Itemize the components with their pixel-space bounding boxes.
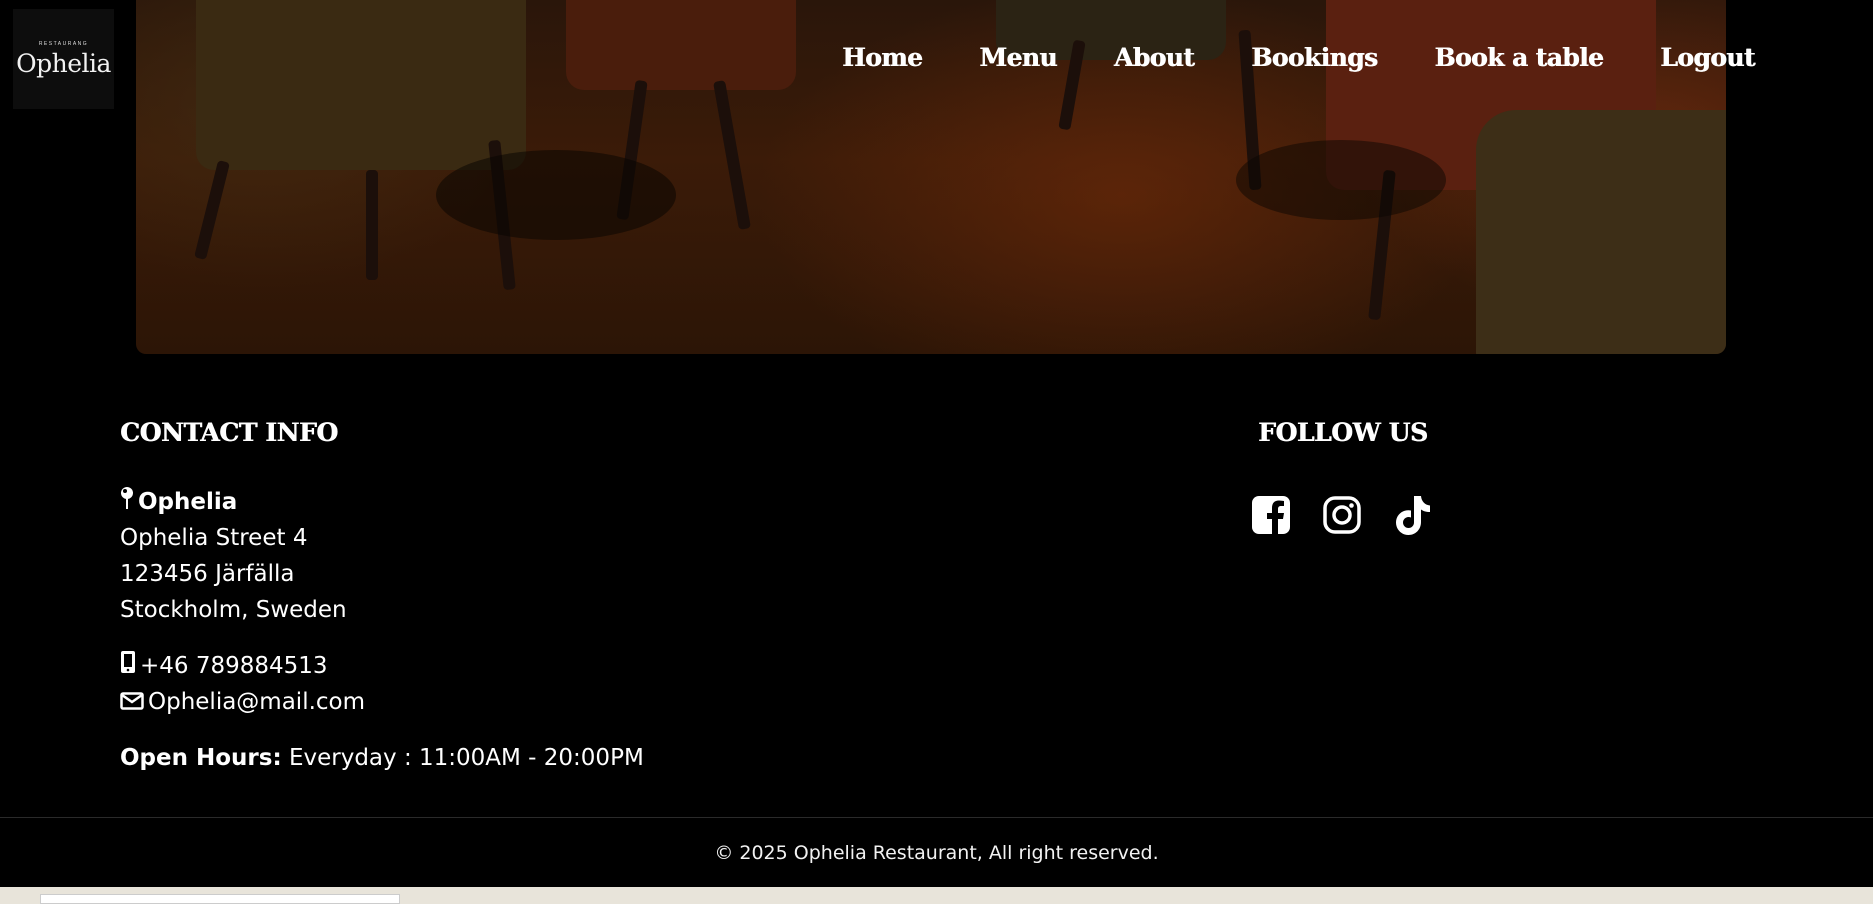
contact-name: Ophelia [138,489,238,515]
open-hours-value: Everyday : 11:00AM - 20:00PM [288,745,644,771]
phone-line: +46 789884513 [120,648,328,685]
envelope-icon [120,685,144,721]
copyright-text: © 2025 Ophelia Restaurant, All right res… [714,842,1159,864]
logo-name: Ophelia [16,48,111,78]
open-hours-label: Open Hours: [120,745,282,771]
social-links [1252,494,1432,536]
tiktok-icon[interactable] [1394,494,1432,536]
address-line-1: Ophelia Street 4 [120,525,308,551]
nav-book-a-table[interactable]: Book a table [1434,40,1603,76]
address-line-3: Stockholm, Sweden [120,597,347,623]
email-line: Ophelia@mail.com [120,684,365,721]
phone-number: +46 789884513 [140,653,328,679]
logo[interactable]: RESTAURANG Ophelia [13,9,114,109]
taskbar-search-box[interactable] [40,894,400,904]
open-hours-line: Open Hours: Everyday : 11:00AM - 20:00PM [120,740,644,776]
location-pin-icon [120,485,134,521]
main-nav: Home Menu About Bookings Book a table Lo… [842,40,1755,76]
address-line-2: 123456 Järfälla [120,561,295,587]
nav-logout[interactable]: Logout [1660,40,1755,76]
nav-bookings[interactable]: Bookings [1251,40,1378,76]
follow-heading: FOLLOW US [1258,418,1428,447]
facebook-icon[interactable] [1252,494,1290,536]
phone-icon [120,649,136,685]
contact-heading: CONTACT INFO [120,418,338,447]
contact-name-line: Ophelia [120,484,237,521]
nav-about[interactable]: About [1114,40,1195,76]
email-address[interactable]: Ophelia@mail.com [148,689,365,715]
page: RESTAURANG Ophelia Home Menu About Booki… [0,0,1873,904]
instagram-icon[interactable] [1323,494,1361,536]
nav-menu[interactable]: Menu [979,40,1057,76]
nav-home[interactable]: Home [842,40,923,76]
logo-subtitle: RESTAURANG [38,40,89,47]
taskbar [0,887,1873,904]
footer-divider [0,817,1873,818]
